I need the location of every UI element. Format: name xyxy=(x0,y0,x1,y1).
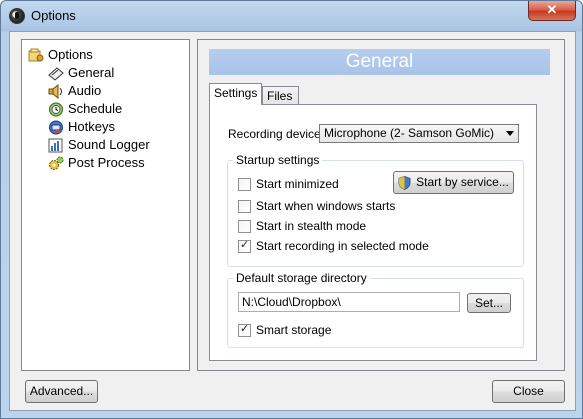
shield-icon xyxy=(398,175,411,190)
options-tree: Options General Audio Schedule Hotkeys S… xyxy=(21,39,190,371)
recording-device-label: Recording device xyxy=(228,127,321,141)
storage-directory-legend: Default storage directory xyxy=(233,271,370,285)
tab-files[interactable]: Files xyxy=(262,86,299,106)
checkbox-label: Start in stealth mode xyxy=(256,219,367,233)
options-window: Options ✕ Options General Audio Schedule… xyxy=(0,0,583,419)
tree-item-schedule[interactable]: Schedule xyxy=(48,100,122,117)
gears-icon xyxy=(48,156,64,171)
start-recording-checkbox[interactable]: Start recording in selected mode xyxy=(238,238,429,253)
set-button[interactable]: Set... xyxy=(467,293,511,313)
start-with-windows-checkbox[interactable]: Start when windows starts xyxy=(238,199,395,213)
tree-item-label: Options xyxy=(48,47,93,62)
window-title: Options xyxy=(31,8,76,23)
startup-settings-legend: Startup settings xyxy=(233,153,323,167)
tree-item-label: General xyxy=(68,65,115,80)
recording-device-value: Microphone (2- Samson GoMic) xyxy=(324,126,495,140)
chart-icon xyxy=(48,138,64,153)
tree-item-general[interactable]: General xyxy=(48,64,114,81)
keyboard-icon xyxy=(48,120,64,135)
checkbox-box[interactable] xyxy=(238,177,251,191)
checkbox-label: Start when windows starts xyxy=(256,199,396,213)
tree-item-label: Hotkeys xyxy=(68,119,115,134)
tree-item-sound-logger[interactable]: Sound Logger xyxy=(48,136,150,153)
settings-tab-panel: Recording device Microphone (2- Samson G… xyxy=(209,104,537,361)
checkbox-box[interactable] xyxy=(238,238,251,253)
start-stealth-checkbox[interactable]: Start in stealth mode xyxy=(238,219,366,233)
app-icon xyxy=(9,8,25,24)
client-area: Options General Audio Schedule Hotkeys S… xyxy=(9,31,576,411)
tree-item-label: Audio xyxy=(68,83,102,98)
section-header: General xyxy=(209,49,550,75)
start-by-service-button[interactable]: Start by service... xyxy=(393,171,514,194)
checkbox-box[interactable] xyxy=(238,322,251,337)
window-close-button[interactable]: ✕ xyxy=(528,1,576,21)
tree-item-options[interactable]: Options xyxy=(28,46,93,63)
tree-item-hotkeys[interactable]: Hotkeys xyxy=(48,118,115,135)
checkbox-label: Start minimized xyxy=(256,177,339,191)
start-by-service-label: Start by service... xyxy=(416,175,509,189)
chevron-down-icon xyxy=(506,131,514,136)
checkbox-label: Smart storage xyxy=(256,323,332,337)
settings-pane: General Settings Files Recording device … xyxy=(197,39,565,371)
tree-item-label: Schedule xyxy=(68,101,123,116)
tree-item-audio[interactable]: Audio xyxy=(48,82,102,100)
tree-item-post-process[interactable]: Post Process xyxy=(48,154,145,171)
clock-icon xyxy=(48,102,64,117)
title-bar[interactable]: Options ✕ xyxy=(1,1,582,31)
smart-storage-checkbox[interactable]: Smart storage xyxy=(238,322,332,337)
checkbox-label: Start recording in selected mode xyxy=(256,239,429,253)
close-button[interactable]: Close xyxy=(492,380,565,403)
options-icon xyxy=(28,48,44,63)
speaker-icon xyxy=(48,84,64,100)
tree-item-label: Post Process xyxy=(68,155,145,170)
checkbox-box[interactable] xyxy=(238,219,251,233)
recording-device-dropdown[interactable]: Microphone (2- Samson GoMic) xyxy=(319,124,519,143)
storage-path-input[interactable]: N:\Cloud\Dropbox\ xyxy=(238,292,460,312)
start-minimized-checkbox[interactable]: Start minimized xyxy=(238,177,339,191)
storage-directory-group xyxy=(227,278,524,348)
tree-item-label: Sound Logger xyxy=(68,137,150,152)
advanced-button[interactable]: Advanced... xyxy=(25,380,98,403)
general-icon xyxy=(48,66,64,81)
tab-settings[interactable]: Settings xyxy=(209,83,262,105)
checkbox-box[interactable] xyxy=(238,199,251,213)
